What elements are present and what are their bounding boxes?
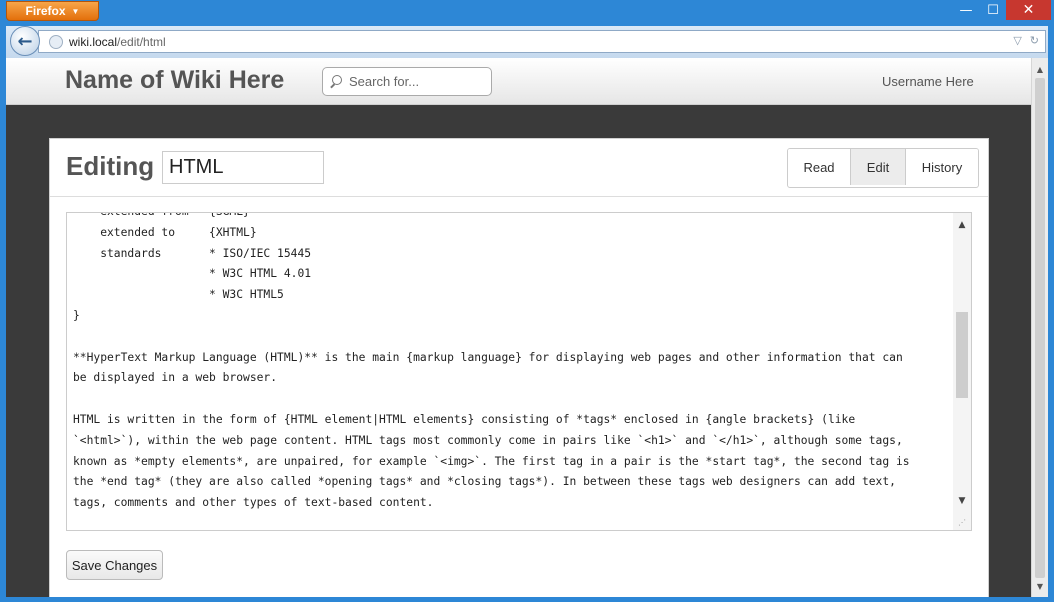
username-link[interactable]: Username Here (882, 74, 974, 89)
page-scroll-up-icon[interactable]: ▲ (1032, 61, 1048, 78)
tab-read[interactable]: Read (788, 149, 851, 185)
tab-edit[interactable]: Edit (851, 149, 906, 185)
search-box[interactable] (322, 67, 492, 96)
back-arrow-icon: ← (17, 30, 33, 52)
site-header: Name of Wiki Here Username Here (6, 58, 1031, 105)
edit-panel-header: Editing HTML Read Edit History (50, 139, 988, 197)
browser-window: Firefox ▼ — ☐ ✕ wiki.local/edit/html ▽ ↻… (0, 0, 1054, 602)
tab-history[interactable]: History (906, 149, 978, 185)
page-viewport: Name of Wiki Here Username Here Editing … (6, 58, 1031, 597)
resize-grip-icon[interactable]: ⋰ (958, 518, 968, 528)
edit-panel: Editing HTML Read Edit History extended … (49, 138, 989, 597)
content-textarea[interactable]: extended from {SGML} extended to {XHTML}… (66, 212, 972, 531)
page-scroll-thumb[interactable] (1035, 78, 1045, 578)
firefox-menu-button[interactable]: Firefox ▼ (6, 1, 99, 21)
site-title[interactable]: Name of Wiki Here (65, 66, 284, 95)
title-bar: Firefox ▼ — ☐ ✕ (0, 0, 1054, 26)
editing-heading: Editing (66, 151, 155, 181)
address-bar[interactable]: wiki.local/edit/html ▽ ↻ (38, 30, 1046, 53)
site-identity-icon[interactable] (49, 34, 63, 49)
back-button[interactable]: ← (10, 26, 40, 56)
textarea-scroll-thumb[interactable] (956, 312, 968, 398)
dropdown-caret-icon: ▼ (71, 6, 80, 16)
page-scroll-down-icon[interactable]: ▼ (1032, 578, 1048, 595)
textarea-scrollbar[interactable]: ▲ ▼ (953, 213, 971, 530)
reload-icon[interactable]: ↻ (1030, 34, 1039, 47)
url-host: wiki.local (69, 34, 118, 49)
url-dropdown-icon[interactable]: ▽ (1013, 34, 1021, 47)
close-window-button[interactable]: ✕ (1006, 0, 1051, 20)
navigation-bar: wiki.local/edit/html ▽ ↻ ← (6, 26, 1048, 58)
search-input[interactable] (349, 74, 479, 89)
page-scrollbar[interactable]: ▲ ▼ (1031, 58, 1048, 597)
maximize-button[interactable]: ☐ (980, 0, 1006, 20)
url-bar-actions: ▽ ↻ (1013, 34, 1039, 47)
firefox-menu-label: Firefox (25, 4, 66, 18)
page-title-input[interactable]: HTML (162, 151, 324, 184)
minimize-button[interactable]: — (952, 0, 980, 20)
scroll-up-icon[interactable]: ▲ (953, 215, 971, 235)
view-tabs: Read Edit History (787, 148, 979, 188)
scroll-down-icon[interactable]: ▼ (953, 491, 971, 511)
save-changes-button[interactable]: Save Changes (66, 550, 163, 580)
search-icon (329, 74, 345, 90)
content-text: extended from {SGML} extended to {XHTML}… (73, 213, 910, 510)
url-path: /edit/html (117, 34, 166, 49)
